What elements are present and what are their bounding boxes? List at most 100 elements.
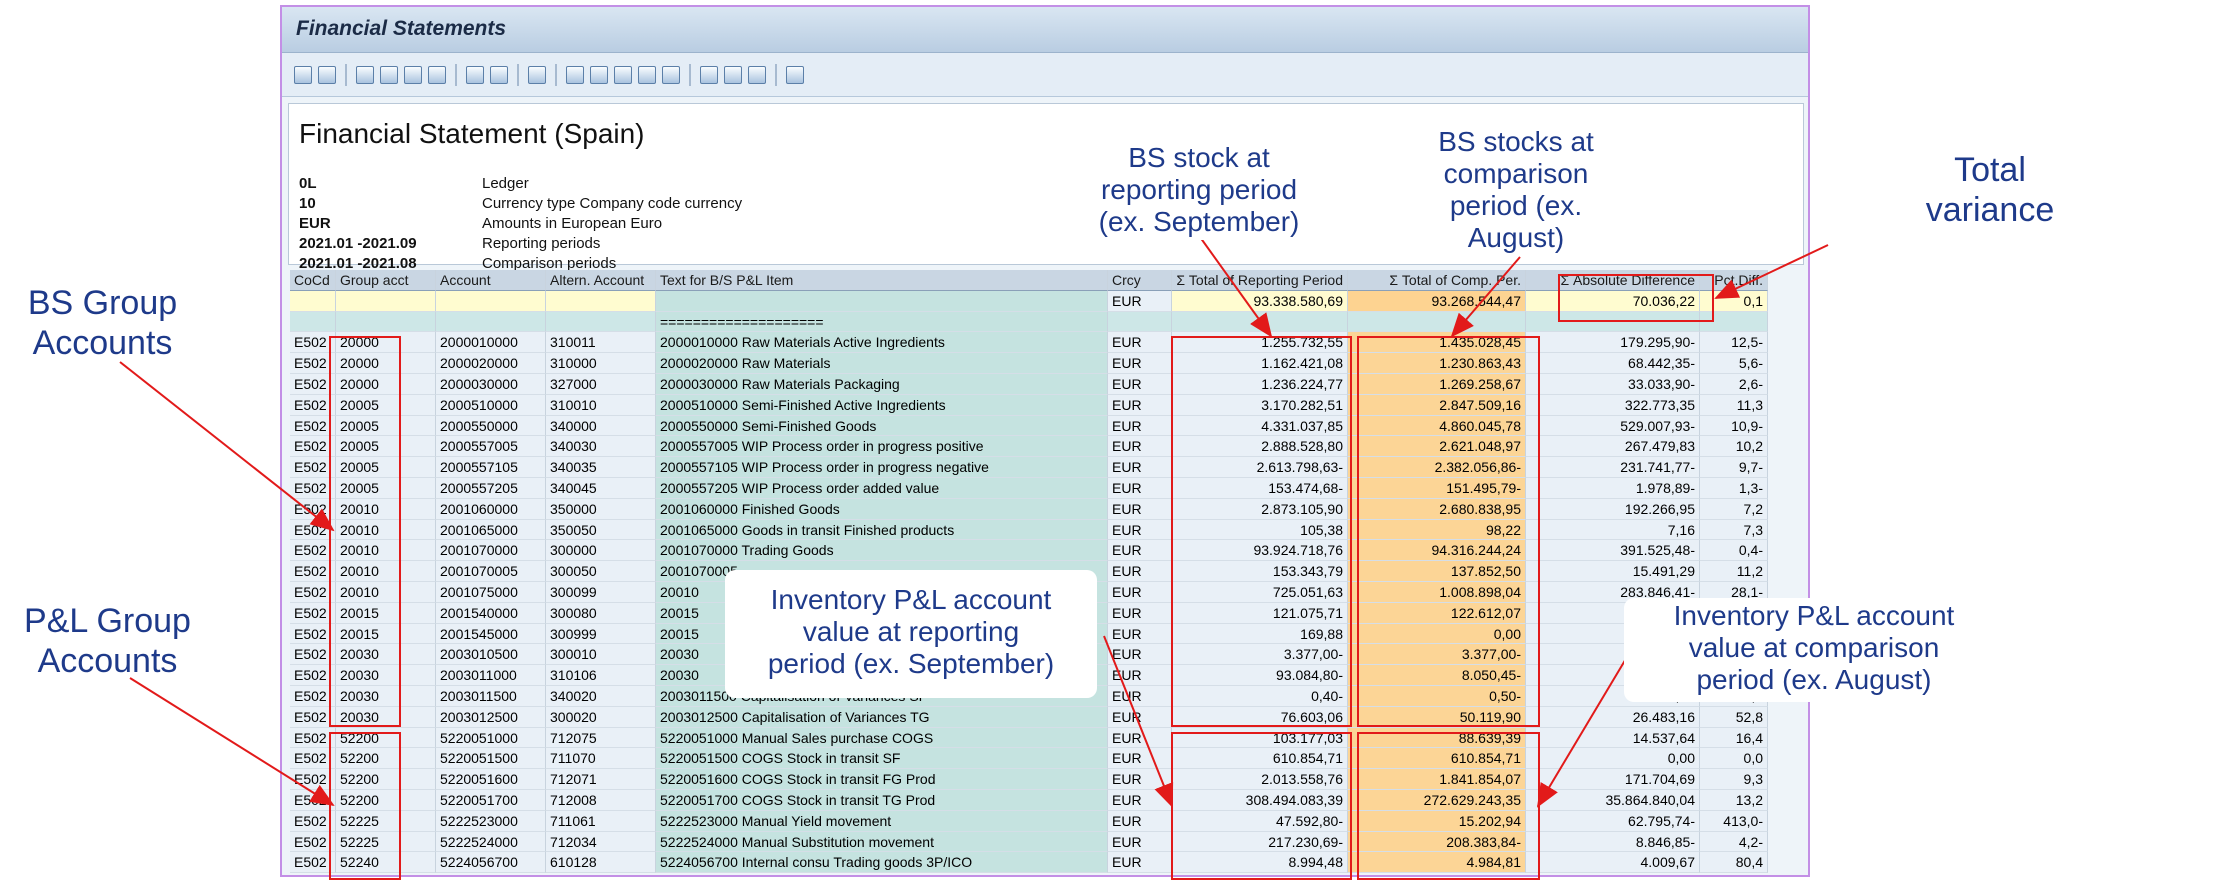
table-cell: 7,2 [1700, 498, 1768, 520]
total-crcy-cell: EUR [1108, 290, 1172, 312]
local-file-icon[interactable] [638, 65, 656, 84]
table-cell: 2000510000 Semi-Finished Active Ingredie… [656, 394, 1108, 416]
table-cell: 2000550000 Semi-Finished Goods [656, 415, 1108, 437]
table-cell: 9,7- [1700, 457, 1768, 478]
select-all-icon[interactable] [318, 65, 336, 84]
column-header[interactable]: Altern. Account [546, 270, 656, 291]
column-header[interactable]: Account [436, 270, 546, 291]
column-header[interactable]: Crcy [1108, 270, 1172, 291]
table-cell: 5220051000 Manual Sales purchase COGS [656, 727, 1108, 749]
table-row[interactable]: E502 20010 2001060000 350000 2001060000 Fini… [290, 498, 1778, 520]
table-cell: EUR [1108, 353, 1172, 374]
table-cell: EUR [1108, 706, 1172, 728]
toolbar-separator [345, 63, 347, 86]
bs-stock-reporting-text: BS stock at reporting period (ex. Septem… [1098, 142, 1300, 237]
column-header[interactable]: Σ Total of Comp. Per. [1348, 270, 1526, 291]
table-row[interactable]: E502 20005 2000510000 310010 2000510000 Semi… [290, 394, 1778, 416]
mail-icon[interactable] [662, 65, 680, 84]
table-cell: 310010 [546, 394, 656, 416]
table-cell: 11,2 [1700, 561, 1768, 582]
table-row[interactable]: E502 52200 5220051600 712071 5220051600 COGS… [290, 769, 1778, 790]
table-cell: EUR [1108, 727, 1172, 749]
column-header[interactable]: Group acct [336, 270, 436, 291]
column-header[interactable]: Σ Total of Reporting Period [1172, 270, 1348, 291]
pl-group-text: P&L Group Accounts [24, 602, 191, 680]
table-cell: 2000010000 [436, 332, 546, 354]
table-row[interactable]: E502 20000 2000030000 327000 2000030000 Raw … [290, 373, 1778, 395]
sum-icon[interactable] [466, 65, 484, 84]
table-row[interactable]: E502 52225 5222523000 711061 5222523000 Manu… [290, 810, 1778, 832]
word-processing-icon[interactable] [590, 65, 608, 84]
details-icon[interactable] [294, 65, 312, 84]
table-cell: 340030 [546, 436, 656, 458]
table-cell: 300099 [546, 581, 656, 603]
table-row[interactable]: E502 20005 2000557105 340035 2000557105 WIP … [290, 457, 1778, 478]
table-cell: 413,0- [1700, 810, 1768, 832]
table-cell: 16,4 [1700, 727, 1768, 749]
table-cell: 300020 [546, 706, 656, 728]
table-row[interactable]: E502 52240 5224056700 610128 5224056700 Inte… [290, 852, 1778, 874]
table-cell: 5222524000 [436, 831, 546, 853]
change-layout-icon[interactable] [700, 65, 718, 84]
table-row[interactable]: E502 20000 2000010000 310011 2000010000 Raw … [290, 332, 1778, 354]
subtotal-icon[interactable] [490, 65, 508, 84]
param-code: EUR [299, 215, 331, 232]
inventory-pl-comparison-text: Inventory P&L account value at compariso… [1673, 600, 1955, 695]
table-row[interactable]: E502 52225 5222524000 712034 5222524000 Manu… [290, 831, 1778, 853]
table-cell: 8.846,85- [1526, 831, 1700, 853]
table-row[interactable]: E502 20010 2001070000 300000 2001070000 Trad… [290, 540, 1778, 562]
param-desc: Ledger [482, 175, 529, 192]
table-row[interactable]: E502 20005 2000550000 340000 2000550000 Semi… [290, 415, 1778, 437]
table-cell: 2000557105 [436, 457, 546, 478]
print-preview-icon[interactable] [528, 65, 546, 84]
table-row[interactable]: E502 52200 5220051500 711070 5220051500 COGS… [290, 748, 1778, 770]
select-layout-icon[interactable] [724, 65, 742, 84]
table-cell: 712071 [546, 769, 656, 790]
table-cell: 192.266,95 [1526, 498, 1700, 520]
delete-filter-icon[interactable] [428, 65, 446, 84]
table-cell: 2001545000 [436, 623, 546, 645]
column-header[interactable]: Text for B/S P&L Item [656, 270, 1108, 291]
report-param-row: EUR Amounts in European Euro [299, 214, 742, 234]
table-cell: 15.491,29 [1526, 561, 1700, 582]
filter-icon[interactable] [404, 65, 422, 84]
table-row[interactable]: E502 52200 5220051700 712008 5220051700 COGS… [290, 789, 1778, 811]
table-cell: 2000557205 [436, 477, 546, 499]
table-row[interactable]: E502 20000 2000020000 310000 2000020000 Raw … [290, 353, 1778, 374]
table-cell: 5222523000 Manual Yield movement [656, 810, 1108, 832]
table-row[interactable]: E502 20005 2000557005 340030 2000557005 WIP … [290, 436, 1778, 458]
table-cell: 2000020000 Raw Materials [656, 353, 1108, 374]
table-cell: EUR [1108, 373, 1172, 395]
table-cell: 610128 [546, 852, 656, 874]
column-header[interactable]: CoCd [290, 270, 336, 291]
information-icon[interactable] [786, 65, 804, 84]
separator-text: ==================== [656, 311, 1108, 333]
report-param-row: 0L Ledger [299, 174, 742, 194]
export-icon[interactable] [566, 65, 584, 84]
table-row[interactable]: E502 20005 2000557205 340045 2000557205 WIP … [290, 477, 1778, 499]
total-altern-cell [546, 290, 656, 312]
grid-separator-row: ==================== [290, 311, 1778, 333]
table-cell: EUR [1108, 332, 1172, 354]
sort-descending-icon[interactable] [380, 65, 398, 84]
table-cell: 13,2 [1700, 789, 1768, 811]
table-row[interactable]: E502 20030 2003012500 300020 2003012500 Capi… [290, 706, 1778, 728]
total-reporting-cell: 93.338.580,69 [1172, 290, 1348, 312]
table-row[interactable]: E502 52200 5220051000 712075 5220051000 Manu… [290, 727, 1778, 749]
save-layout-icon[interactable] [748, 65, 766, 84]
toolbar-separator [455, 63, 457, 86]
table-cell: 340045 [546, 477, 656, 499]
sort-ascending-icon[interactable] [356, 65, 374, 84]
table-cell: 300050 [546, 561, 656, 582]
total-variance-text: Total variance [1925, 151, 2055, 229]
table-cell: EUR [1108, 623, 1172, 645]
table-cell: 2003010500 [436, 644, 546, 666]
table-cell: 2000550000 [436, 415, 546, 437]
table-row[interactable]: E502 20010 2001065000 350050 2001065000 Good… [290, 519, 1778, 541]
spreadsheet-icon[interactable] [614, 65, 632, 84]
table-cell: 5220051700 COGS Stock in transit TG Prod [656, 789, 1108, 811]
table-cell: EUR [1108, 644, 1172, 666]
table-cell: 2003012500 Capitalisation of Variances T… [656, 706, 1108, 728]
table-cell: 2000030000 Raw Materials Packaging [656, 373, 1108, 395]
table-cell: 310106 [546, 665, 656, 686]
